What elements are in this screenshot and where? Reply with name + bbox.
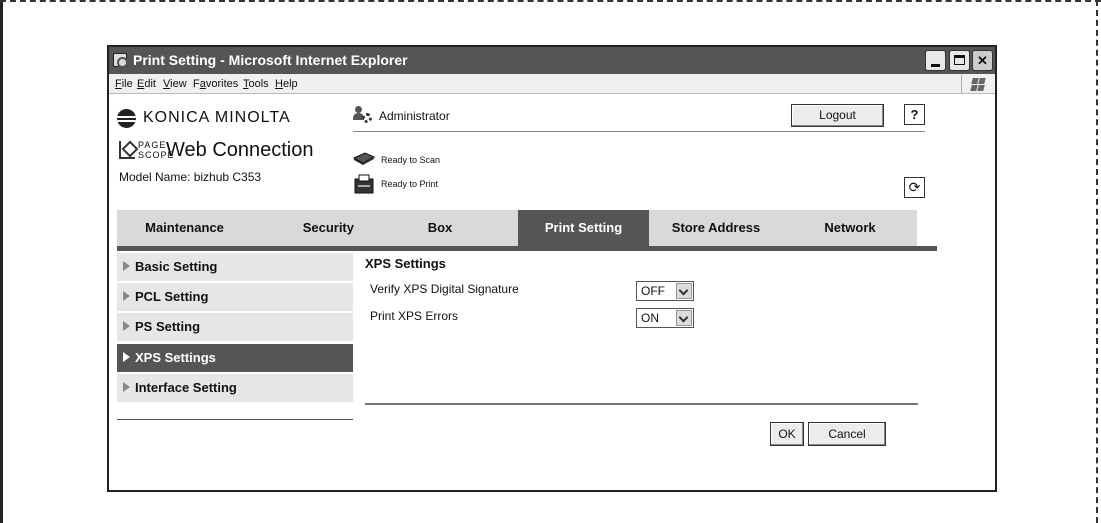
sidebar-item-pcl-setting[interactable]: PCL Setting — [117, 283, 353, 311]
tab-network[interactable]: Network — [783, 210, 917, 246]
menu-bar: File Edit View Favorites Tools Help — [109, 74, 995, 94]
tab-box[interactable]: Box — [362, 210, 518, 246]
menu-help[interactable]: Help — [275, 78, 298, 90]
page-right-dashed-border — [1096, 0, 1098, 523]
sidebar-item-basic-setting[interactable]: Basic Setting — [117, 253, 353, 281]
settings-divider — [365, 403, 918, 405]
print-xps-errors-label: Print XPS Errors — [370, 309, 459, 323]
menu-view[interactable]: View — [163, 78, 187, 90]
minimize-icon — [931, 64, 940, 67]
sidebar-divider — [117, 419, 353, 420]
konica-minolta-mark-icon — [117, 109, 136, 128]
menu-edit[interactable]: Edit — [137, 78, 156, 90]
scanner-icon — [353, 152, 375, 165]
close-icon: ✕ — [977, 53, 988, 68]
user-label: Administrator — [379, 109, 450, 123]
verify-xps-signature-value: OFF — [641, 284, 665, 298]
scan-status: Ready to Scan — [381, 155, 441, 165]
arrow-right-icon — [123, 291, 130, 301]
page-left-border — [0, 0, 3, 523]
minimize-button[interactable] — [925, 50, 946, 71]
maximize-icon — [954, 55, 965, 65]
section-title: XPS Settings — [365, 256, 446, 271]
refresh-icon[interactable]: ⟳ — [904, 177, 925, 198]
logout-button[interactable]: Logout — [791, 104, 884, 127]
print-xps-errors-value: ON — [641, 311, 659, 325]
arrow-right-icon — [123, 382, 130, 392]
tab-maintenance[interactable]: Maintenance — [117, 210, 252, 246]
window-title: Print Setting - Microsoft Internet Explo… — [133, 52, 408, 68]
administrator-icon — [353, 106, 373, 124]
windows-logo-icon — [961, 75, 991, 93]
arrow-right-icon — [123, 261, 130, 271]
maximize-button[interactable] — [949, 50, 970, 71]
tab-print-setting[interactable]: Print Setting — [518, 210, 649, 246]
arrow-right-icon — [123, 321, 130, 331]
tab-security[interactable]: Security — [252, 210, 362, 246]
sidebar-item-xps-settings[interactable]: XPS Settings — [117, 344, 353, 372]
tab-store-address[interactable]: Store Address — [649, 210, 783, 246]
menu-tools[interactable]: Tools — [243, 78, 269, 90]
ok-button[interactable]: OK — [770, 422, 804, 446]
window-titlebar: Print Setting - Microsoft Internet Explo… — [109, 47, 995, 74]
brand-logo-text: KONICA MINOLTA — [143, 109, 291, 126]
print-xps-errors-select[interactable]: ON — [636, 308, 694, 328]
header-divider — [353, 131, 925, 132]
tab-divider — [117, 246, 937, 251]
chevron-down-icon — [676, 283, 692, 299]
arrow-right-icon — [123, 352, 130, 362]
page-content: KONICA MINOLTA PAGE SCOPE Web Connection… — [109, 95, 995, 490]
menu-favorites[interactable]: Favorites — [193, 78, 238, 90]
product-name: Web Connection — [166, 139, 314, 161]
page-top-dashed-border — [0, 0, 1101, 2]
main-tab-bar: Maintenance Security Box Print Setting S… — [117, 210, 937, 246]
menu-file[interactable]: File — [115, 78, 133, 90]
cancel-button[interactable]: Cancel — [808, 422, 886, 446]
pagescope-icon — [119, 141, 135, 159]
close-button[interactable]: ✕ — [972, 50, 993, 71]
browser-window: Print Setting - Microsoft Internet Explo… — [107, 45, 997, 492]
verify-xps-signature-label: Verify XPS Digital Signature — [370, 282, 519, 296]
help-button[interactable]: ? — [904, 104, 925, 125]
model-name: Model Name: bizhub C353 — [119, 170, 262, 184]
ie-icon — [113, 53, 128, 68]
sidebar-item-interface-setting[interactable]: Interface Setting — [117, 374, 353, 402]
print-status: Ready to Print — [381, 179, 439, 189]
printer-icon — [354, 174, 374, 194]
verify-xps-signature-select[interactable]: OFF — [636, 281, 694, 301]
sidebar-item-ps-setting[interactable]: PS Setting — [117, 313, 353, 341]
chevron-down-icon — [676, 310, 692, 326]
